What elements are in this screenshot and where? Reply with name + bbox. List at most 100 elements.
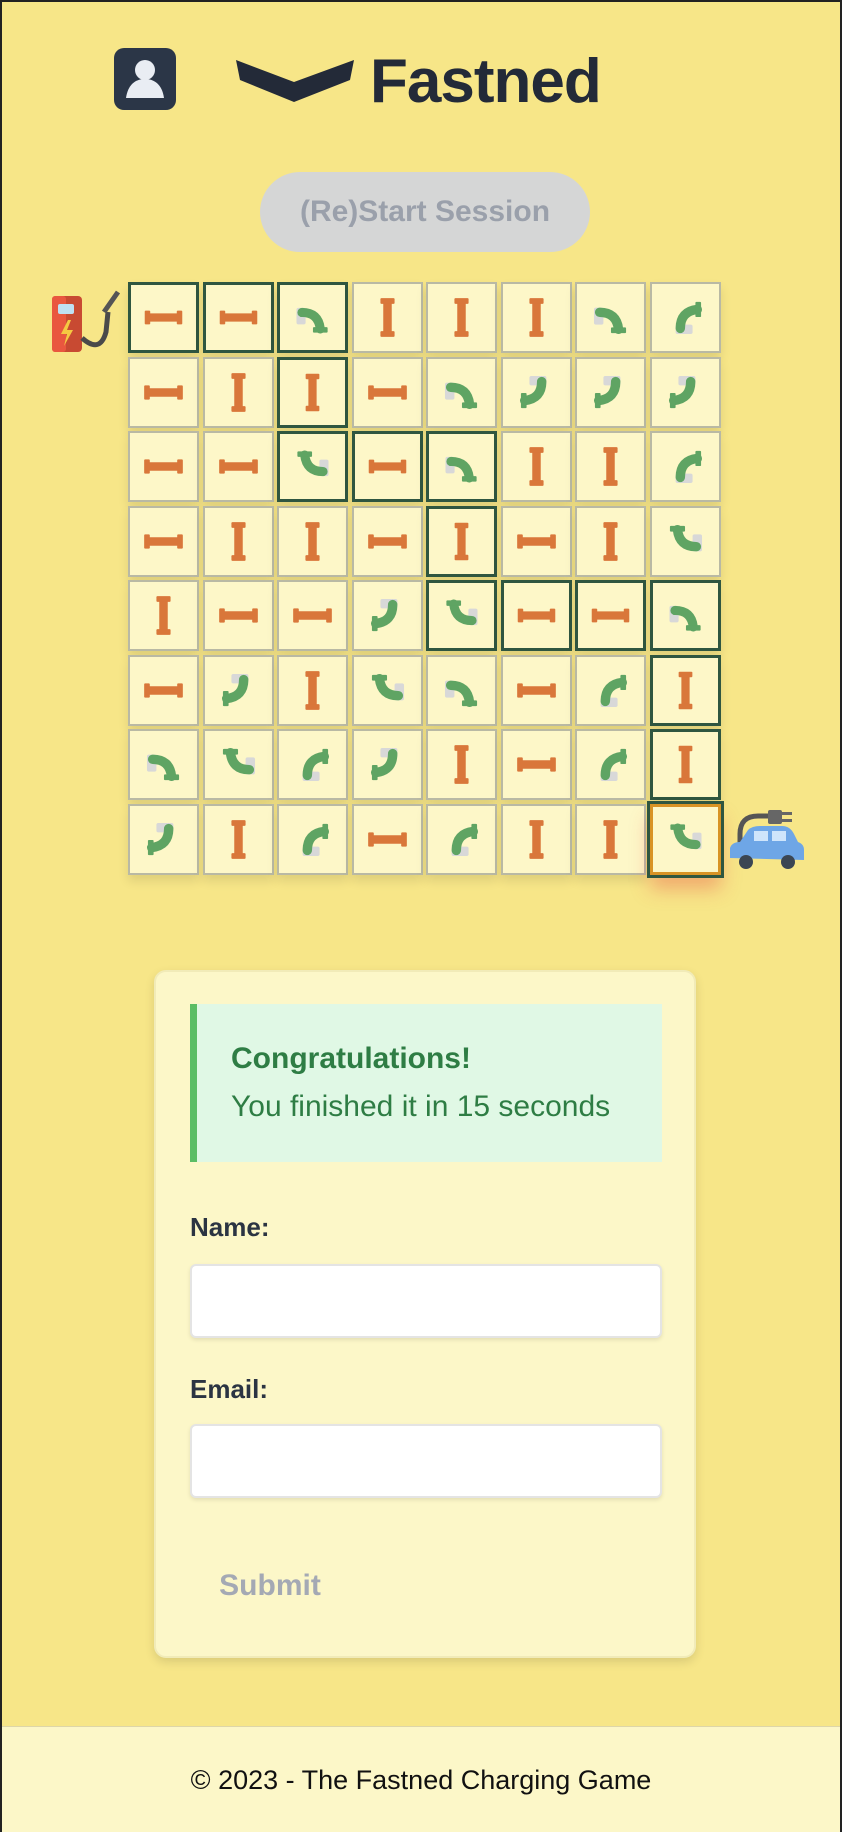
pipe-tile[interactable] <box>128 803 199 875</box>
restart-session-button[interactable]: (Re)Start Session <box>260 172 590 252</box>
pipe-tile[interactable] <box>426 282 497 353</box>
pipe-tile[interactable] <box>202 729 274 800</box>
fastned-logo[interactable]: Fastned <box>234 47 604 116</box>
header: Fastned <box>2 46 840 116</box>
pipe-tile[interactable] <box>277 356 348 428</box>
pipe-tile[interactable] <box>202 654 274 726</box>
elbow-pipe-icon <box>600 674 628 707</box>
pipe-tile[interactable] <box>202 580 274 651</box>
elbow-pipe-icon <box>675 450 702 484</box>
pipe-tile[interactable] <box>202 803 274 875</box>
pipe-tile[interactable] <box>500 505 572 577</box>
pipe-tile[interactable] <box>500 356 572 428</box>
pipe-tile[interactable] <box>500 729 572 800</box>
pipe-tile[interactable] <box>426 580 497 651</box>
pipe-tile[interactable] <box>575 282 646 353</box>
pipe-tile[interactable] <box>351 654 423 726</box>
logo-text: Fastned <box>370 47 602 116</box>
pipe-tile[interactable] <box>426 729 497 800</box>
pipe-tile[interactable] <box>426 505 497 577</box>
straight-pipe-icon <box>305 670 320 710</box>
pipe-tile[interactable] <box>575 803 646 875</box>
straight-pipe-icon <box>528 447 544 486</box>
elbow-pipe-icon <box>451 823 479 856</box>
pipe-tile[interactable] <box>277 654 348 726</box>
charging-station-icon <box>48 286 122 358</box>
straight-pipe-icon <box>305 521 320 561</box>
elbow-pipe-icon <box>593 307 627 335</box>
pipe-tile[interactable] <box>202 431 274 502</box>
pipe-tile[interactable] <box>202 505 274 577</box>
pipe-tile[interactable] <box>277 580 348 651</box>
elbow-pipe-icon <box>675 301 702 335</box>
pipe-tile[interactable] <box>128 431 199 502</box>
pipe-tile[interactable] <box>649 282 721 353</box>
pipe-tile[interactable] <box>575 654 646 726</box>
email-input[interactable] <box>190 1424 662 1498</box>
pipe-tile[interactable] <box>128 505 199 577</box>
straight-pipe-icon <box>144 533 183 549</box>
pipe-tile[interactable] <box>202 282 274 353</box>
pipe-tile[interactable] <box>649 505 721 577</box>
pipe-tile[interactable] <box>426 654 497 726</box>
pipe-tile[interactable] <box>351 580 423 651</box>
elbow-pipe-icon <box>519 375 546 408</box>
elbow-pipe-icon <box>222 747 255 775</box>
pipe-tile[interactable] <box>575 431 646 502</box>
straight-pipe-icon <box>218 608 258 623</box>
email-label: Email: <box>190 1374 269 1404</box>
pipe-tile[interactable] <box>277 282 348 353</box>
pipe-tile[interactable] <box>500 803 572 875</box>
name-input[interactable] <box>190 1264 662 1338</box>
pipe-tile[interactable] <box>128 356 199 428</box>
pipe-tile[interactable] <box>128 282 199 353</box>
pipe-tile[interactable] <box>202 356 274 428</box>
straight-pipe-icon <box>368 459 406 474</box>
elbow-pipe-icon <box>669 822 702 849</box>
straight-pipe-icon <box>144 459 183 474</box>
user-icon[interactable] <box>114 48 176 110</box>
pipe-tile[interactable] <box>575 729 646 800</box>
pipe-tile[interactable] <box>277 431 348 502</box>
pipe-tile[interactable] <box>128 580 199 651</box>
straight-pipe-icon <box>528 819 544 859</box>
pipe-tile[interactable] <box>575 356 646 428</box>
straight-pipe-icon <box>367 533 407 549</box>
straight-pipe-icon <box>603 521 618 561</box>
submit-button[interactable]: Submit <box>190 1554 350 1618</box>
pipe-tile[interactable] <box>649 356 721 428</box>
pipe-tile[interactable] <box>575 580 646 651</box>
straight-pipe-icon <box>293 608 332 623</box>
pipe-tile[interactable] <box>277 729 348 800</box>
pipe-tile[interactable] <box>500 431 572 502</box>
pipe-tile[interactable] <box>649 803 721 875</box>
pipe-tile[interactable] <box>426 431 497 502</box>
pipe-tile[interactable] <box>351 505 423 577</box>
pipe-tile[interactable] <box>500 580 572 651</box>
pipe-tile[interactable] <box>351 282 423 353</box>
straight-pipe-icon <box>678 671 692 709</box>
pipe-tile[interactable] <box>351 729 423 800</box>
elbow-pipe-icon <box>444 680 478 707</box>
pipe-tile[interactable] <box>500 282 572 353</box>
pipe-tile[interactable] <box>426 356 497 428</box>
pipe-tile[interactable] <box>500 654 572 726</box>
pipe-tile[interactable] <box>426 803 497 875</box>
pipe-tile[interactable] <box>128 729 199 800</box>
pipe-tile[interactable] <box>351 431 423 502</box>
fastned-chevron-icon <box>236 60 354 102</box>
pipe-tile[interactable] <box>649 580 721 651</box>
pipe-tile[interactable] <box>575 505 646 577</box>
pipe-tile[interactable] <box>351 803 423 875</box>
pipe-tile[interactable] <box>277 803 348 875</box>
elbow-pipe-icon <box>296 307 328 334</box>
straight-pipe-icon <box>230 372 246 412</box>
pipe-tile[interactable] <box>649 431 721 502</box>
pipe-tile[interactable] <box>351 356 423 428</box>
pipe-tile[interactable] <box>649 729 721 800</box>
pipe-tile[interactable] <box>649 654 721 726</box>
straight-pipe-icon <box>516 682 556 698</box>
pipe-tile[interactable] <box>128 654 199 726</box>
elbow-pipe-icon <box>302 823 330 856</box>
pipe-tile[interactable] <box>277 505 348 577</box>
